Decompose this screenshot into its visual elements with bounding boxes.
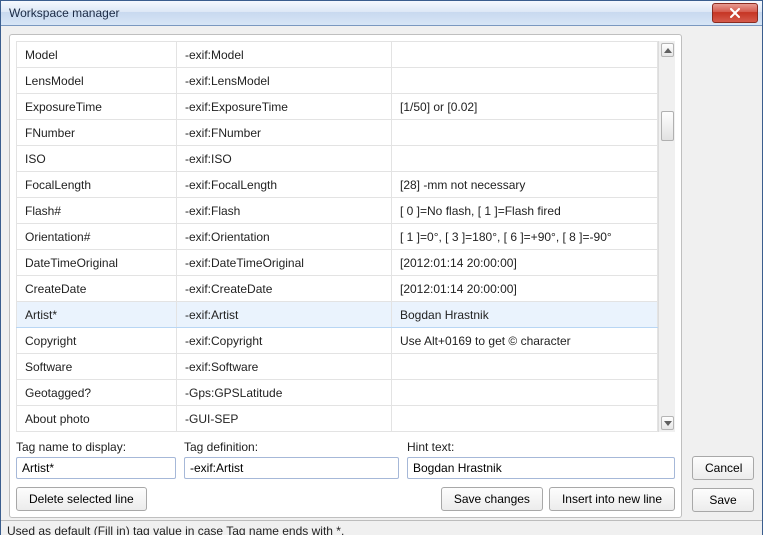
cell-name: FNumber (17, 120, 177, 146)
cell-hint: Bogdan Hrastnik (392, 302, 658, 328)
table-row[interactable]: LensModel-exif:LensModel (17, 68, 658, 94)
cell-hint: [28] -mm not necessary (392, 172, 658, 198)
cell-def: -exif:FocalLength (177, 172, 392, 198)
cell-hint: [2012:01:14 20:00:00] (392, 250, 658, 276)
cell-hint: [2012:01:14 20:00:00] (392, 276, 658, 302)
cell-name: ISO (17, 146, 177, 172)
cell-def: -Gps:GPSLatitude (177, 380, 392, 406)
table-row[interactable]: DateTimeOriginal-exif:DateTimeOriginal[2… (17, 250, 658, 276)
cell-name: Geotagged? (17, 380, 177, 406)
cell-hint (392, 354, 658, 380)
cell-hint (392, 120, 658, 146)
cell-name: LensModel (17, 68, 177, 94)
window-title: Workspace manager (9, 6, 120, 20)
chevron-up-icon (664, 48, 672, 53)
cell-hint: [1/50] or [0.02] (392, 94, 658, 120)
cell-name: Orientation# (17, 224, 177, 250)
close-button[interactable] (712, 3, 758, 23)
edit-bar: Tag name to display: Tag definition: Hin… (16, 440, 675, 479)
table-row[interactable]: Flash#-exif:Flash[ 0 ]=No flash, [ 1 ]=F… (17, 198, 658, 224)
cell-def: -exif:DateTimeOriginal (177, 250, 392, 276)
cell-name: ExposureTime (17, 94, 177, 120)
cell-def: -exif:Software (177, 354, 392, 380)
chevron-down-icon (664, 421, 672, 426)
save-button[interactable]: Save (692, 488, 754, 512)
scroll-down-button[interactable] (661, 416, 674, 430)
cell-name: Copyright (17, 328, 177, 354)
scrollbar[interactable] (658, 41, 675, 432)
table-row[interactable]: ExposureTime-exif:ExposureTime[1/50] or … (17, 94, 658, 120)
cell-hint (392, 68, 658, 94)
close-icon (730, 8, 740, 18)
status-bar: Used as default (Fill in) tag value in c… (1, 520, 762, 535)
table-row[interactable]: Copyright-exif:CopyrightUse Alt+0169 to … (17, 328, 658, 354)
hint-input[interactable] (407, 457, 675, 479)
titlebar[interactable]: Workspace manager (1, 1, 762, 26)
cell-name: Model (17, 42, 177, 68)
table-row[interactable]: FNumber-exif:FNumber (17, 120, 658, 146)
cell-name: DateTimeOriginal (17, 250, 177, 276)
grid-area: Model-exif:ModelLensModel-exif:LensModel… (16, 41, 675, 432)
tag-name-input[interactable] (16, 457, 176, 479)
window: Workspace manager Model-exif:ModelLensMo… (0, 0, 763, 535)
status-text: Used as default (Fill in) tag value in c… (7, 524, 344, 535)
scroll-up-button[interactable] (661, 43, 674, 57)
cell-hint: [ 1 ]=0°, [ 3 ]=180°, [ 6 ]=+90°, [ 8 ]=… (392, 224, 658, 250)
cell-def: -exif:Copyright (177, 328, 392, 354)
cell-name: CreateDate (17, 276, 177, 302)
cell-def: -exif:CreateDate (177, 276, 392, 302)
cell-name: About photo (17, 406, 177, 432)
main-panel: Model-exif:ModelLensModel-exif:LensModel… (9, 34, 682, 518)
cell-def: -exif:LensModel (177, 68, 392, 94)
table-row[interactable]: About photo-GUI-SEP (17, 406, 658, 432)
save-changes-button[interactable]: Save changes (441, 487, 543, 511)
table-row[interactable]: Artist*-exif:ArtistBogdan Hrastnik (17, 302, 658, 328)
data-grid[interactable]: Model-exif:ModelLensModel-exif:LensModel… (16, 41, 658, 432)
cell-hint: [ 0 ]=No flash, [ 1 ]=Flash fired (392, 198, 658, 224)
cell-def: -exif:Artist (177, 302, 392, 328)
cell-hint (392, 42, 658, 68)
cell-hint: Use Alt+0169 to get © character (392, 328, 658, 354)
table-row[interactable]: ISO-exif:ISO (17, 146, 658, 172)
tag-name-label: Tag name to display: (16, 440, 176, 454)
side-buttons: Cancel Save (692, 34, 754, 518)
cell-name: FocalLength (17, 172, 177, 198)
cell-def: -exif:FNumber (177, 120, 392, 146)
cell-def: -exif:Flash (177, 198, 392, 224)
cell-hint (392, 380, 658, 406)
cell-name: Flash# (17, 198, 177, 224)
cell-def: -GUI-SEP (177, 406, 392, 432)
client-area: Model-exif:ModelLensModel-exif:LensModel… (1, 26, 762, 535)
insert-new-line-button[interactable]: Insert into new line (549, 487, 675, 511)
scroll-thumb[interactable] (661, 111, 674, 141)
cancel-button[interactable]: Cancel (692, 456, 754, 480)
delete-line-button[interactable]: Delete selected line (16, 487, 147, 511)
table-row[interactable]: Model-exif:Model (17, 42, 658, 68)
button-row: Delete selected line Save changes Insert… (16, 487, 675, 511)
table-row[interactable]: Geotagged?-Gps:GPSLatitude (17, 380, 658, 406)
cell-def: -exif:ExposureTime (177, 94, 392, 120)
hint-label: Hint text: (407, 440, 675, 454)
cell-name: Software (17, 354, 177, 380)
cell-def: -exif:Model (177, 42, 392, 68)
cell-name: Artist* (17, 302, 177, 328)
cell-def: -exif:ISO (177, 146, 392, 172)
table-row[interactable]: FocalLength-exif:FocalLength[28] -mm not… (17, 172, 658, 198)
cell-hint (392, 146, 658, 172)
cell-def: -exif:Orientation (177, 224, 392, 250)
table-row[interactable]: Software-exif:Software (17, 354, 658, 380)
cell-hint (392, 406, 658, 432)
tag-def-label: Tag definition: (184, 440, 399, 454)
table-row[interactable]: CreateDate-exif:CreateDate[2012:01:14 20… (17, 276, 658, 302)
tag-def-input[interactable] (184, 457, 399, 479)
table-row[interactable]: Orientation#-exif:Orientation[ 1 ]=0°, [… (17, 224, 658, 250)
